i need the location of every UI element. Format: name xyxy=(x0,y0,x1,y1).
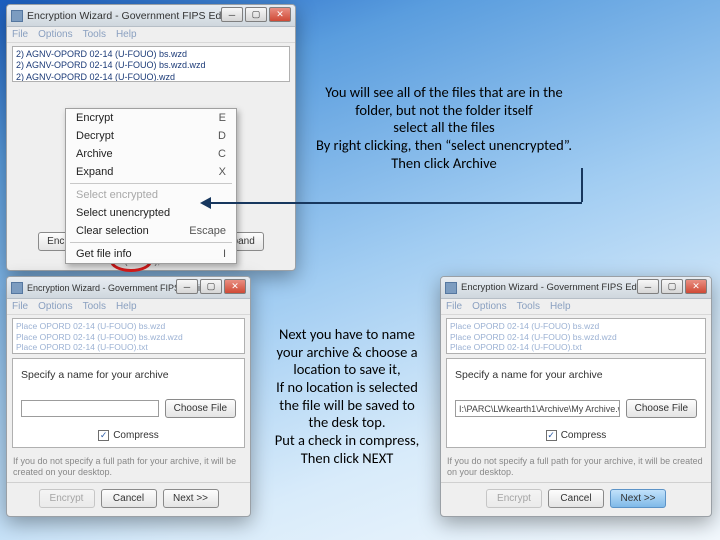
menu-file[interactable]: File xyxy=(446,301,462,312)
cancel-button[interactable]: Cancel xyxy=(101,489,157,508)
menu-options[interactable]: Options xyxy=(38,301,72,312)
maximize-button[interactable]: ▢ xyxy=(200,279,222,294)
close-button[interactable]: ✕ xyxy=(224,279,246,294)
minimize-button[interactable]: ─ xyxy=(176,279,198,294)
archive-note: If you do not specify a full path for yo… xyxy=(447,456,705,478)
checkbox-icon: ✓ xyxy=(546,430,557,441)
file-row[interactable]: Place OPORD 02-14 (U-FOUO) bs.wzd xyxy=(450,321,702,332)
compress-checkbox[interactable]: ✓ Compress xyxy=(21,430,236,441)
menu-help[interactable]: Help xyxy=(116,301,137,312)
file-row[interactable]: 2) AGNV-OPORD 02-14 (U-FOUO) bs.wzd.wzd xyxy=(16,60,286,71)
file-row[interactable]: 2) AGNV-OPORD 02-14 (U-FOUO) bs.wzd xyxy=(16,49,286,60)
window-archive-right: Encryption Wizard - Government FIPS Edit… xyxy=(440,276,712,517)
archive-panel: Specify a name for your archive I:\PARC\… xyxy=(446,358,706,448)
ctx-archive[interactable]: ArchiveC xyxy=(66,145,236,163)
minimize-button[interactable]: ─ xyxy=(221,7,243,22)
archive-name-input[interactable] xyxy=(21,400,159,417)
maximize-button[interactable]: ▢ xyxy=(661,279,683,294)
file-list[interactable]: Place OPORD 02-14 (U-FOUO) bs.wzd Place … xyxy=(12,318,245,354)
callout-arrow xyxy=(202,196,582,210)
archive-panel: Specify a name for your archive Choose F… xyxy=(12,358,245,448)
nav-row: Encrypt Cancel Next >> xyxy=(441,482,711,516)
archive-name-input[interactable]: I:\PARC\LWkearth1\Archive\My Archive.wzz xyxy=(455,400,620,417)
file-row[interactable]: Place OPORD 02-14 (U-FOUO).txt xyxy=(450,342,702,353)
app-icon xyxy=(11,10,23,22)
file-row[interactable]: 2) AGNV-OPORD 02-14 (U-FOUO).wzd xyxy=(16,72,286,83)
window-title: Encryption Wizard - Government FIPS Edit… xyxy=(27,10,241,22)
menubar: File Options Tools Help xyxy=(7,27,295,43)
titlebar[interactable]: Encryption Wizard - Government FIPS Edit… xyxy=(441,277,711,299)
menu-help[interactable]: Help xyxy=(550,301,571,312)
instruction-block-1: You will see all of the files that are i… xyxy=(294,84,594,172)
nav-row: Encrypt Cancel Next >> xyxy=(7,482,250,516)
context-menu: EncryptE DecryptD ArchiveC ExpandX Selec… xyxy=(65,108,237,264)
menu-file[interactable]: File xyxy=(12,29,28,40)
file-row[interactable]: Place OPORD 02-14 (U-FOUO).txt xyxy=(16,342,241,353)
ctx-get-file-info[interactable]: Get file infoI xyxy=(66,245,236,263)
menu-tools[interactable]: Tools xyxy=(83,301,106,312)
compress-checkbox[interactable]: ✓ Compress xyxy=(455,430,697,441)
file-row[interactable]: Place OPORD 02-14 (U-FOUO) bs.wzd.wzd xyxy=(450,332,702,343)
file-list[interactable]: 2) AGNV-OPORD 02-14 (U-FOUO) bs.wzd 2) A… xyxy=(12,46,290,82)
archive-label: Specify a name for your archive xyxy=(21,369,236,381)
close-button[interactable]: ✕ xyxy=(685,279,707,294)
menu-options[interactable]: Options xyxy=(472,301,506,312)
window-archive-left: Encryption Wizard - Government FIPS Edit… xyxy=(6,276,251,517)
ctx-expand[interactable]: ExpandX xyxy=(66,163,236,181)
instruction-block-2: Next you have to name your archive & cho… xyxy=(258,326,436,468)
encrypt-button[interactable]: Encrypt xyxy=(486,489,542,508)
menu-tools[interactable]: Tools xyxy=(83,29,106,40)
archive-label: Specify a name for your archive xyxy=(455,369,697,381)
window-title: Encryption Wizard - Government FIPS Edit… xyxy=(461,282,654,293)
menubar: File Options Tools Help xyxy=(441,299,711,315)
checkbox-icon: ✓ xyxy=(98,430,109,441)
app-icon xyxy=(11,282,23,294)
file-list[interactable]: Place OPORD 02-14 (U-FOUO) bs.wzd Place … xyxy=(446,318,706,354)
next-button[interactable]: Next >> xyxy=(163,489,219,508)
menu-file[interactable]: File xyxy=(12,301,28,312)
cancel-button[interactable]: Cancel xyxy=(548,489,604,508)
choose-file-button[interactable]: Choose File xyxy=(626,399,697,418)
choose-file-button[interactable]: Choose File xyxy=(165,399,236,418)
ctx-clear-selection[interactable]: Clear selectionEscape xyxy=(66,222,236,240)
app-icon xyxy=(445,282,457,294)
archive-note: If you do not specify a full path for yo… xyxy=(13,456,244,478)
arrow-left-icon xyxy=(200,197,211,209)
file-row[interactable]: Place OPORD 02-14 (U-FOUO) bs.wzd xyxy=(16,321,241,332)
ctx-encrypt[interactable]: EncryptE xyxy=(66,109,236,127)
close-button[interactable]: ✕ xyxy=(269,7,291,22)
maximize-button[interactable]: ▢ xyxy=(245,7,267,22)
menubar: File Options Tools Help xyxy=(7,299,250,315)
menu-help[interactable]: Help xyxy=(116,29,137,40)
titlebar[interactable]: Encryption Wizard - Government FIPS Edit… xyxy=(7,5,295,27)
menu-options[interactable]: Options xyxy=(38,29,72,40)
ctx-decrypt[interactable]: DecryptD xyxy=(66,127,236,145)
menu-tools[interactable]: Tools xyxy=(517,301,540,312)
file-row[interactable]: Place OPORD 02-14 (U-FOUO) bs.wzd.wzd xyxy=(16,332,241,343)
encrypt-button[interactable]: Encrypt xyxy=(39,489,95,508)
next-button[interactable]: Next >> xyxy=(610,489,666,508)
minimize-button[interactable]: ─ xyxy=(637,279,659,294)
titlebar[interactable]: Encryption Wizard - Government FIPS Edit… xyxy=(7,277,250,299)
